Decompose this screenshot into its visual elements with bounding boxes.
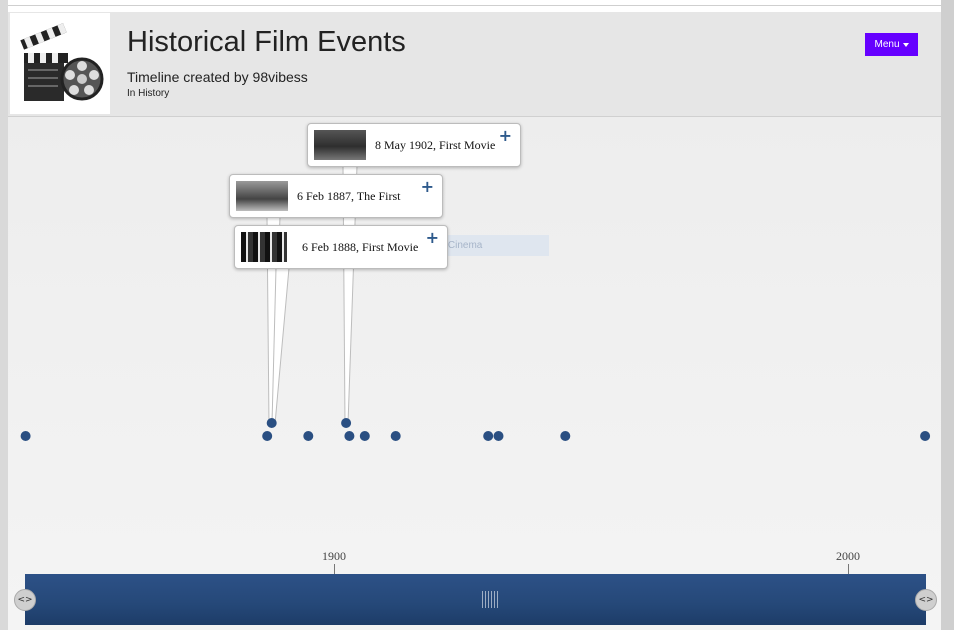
- event-title: 6 Feb 1887, The First: [297, 188, 401, 203]
- top-border: [8, 5, 941, 6]
- event-marker-1932[interactable]: [493, 431, 504, 441]
- expand-plus-icon[interactable]: +: [426, 228, 439, 247]
- event-marker-1840[interactable]: [20, 431, 31, 441]
- event-card-first-movie-1888[interactable]: 6 Feb 1888, First Movie +: [234, 225, 448, 269]
- event-marker-1895[interactable]: [303, 431, 314, 441]
- event-marker-1912[interactable]: [390, 431, 401, 441]
- axis-tick-1900: [334, 564, 335, 574]
- drag-grip-icon[interactable]: [482, 591, 500, 608]
- timeline-category: In History: [127, 88, 170, 99]
- film-clapperboard-reel-icon: [20, 23, 104, 101]
- logo: [10, 13, 110, 114]
- event-marker-1945[interactable]: [560, 431, 571, 441]
- caret-down-icon: [902, 42, 909, 47]
- page-title: Historical Film Events: [127, 26, 406, 58]
- left-gutter: [0, 0, 8, 630]
- marker-layer: [20, 418, 931, 441]
- event-title: 6 Feb 1888, First Movie: [302, 239, 419, 254]
- timeline-navigator-bar[interactable]: [25, 574, 926, 625]
- axis-tick-label-2000: 2000: [836, 549, 860, 563]
- event-card-first-movie-1902[interactable]: 8 May 1902, First Movie +: [307, 123, 521, 167]
- timeline-author: Timeline created by 98vibess: [127, 69, 308, 85]
- zoom-left-handle[interactable]: <>: [14, 589, 36, 611]
- event-marker-selected-0[interactable]: [341, 418, 352, 428]
- axis-tick-2000: [848, 564, 849, 574]
- event-thumbnail: [314, 130, 366, 160]
- event-marker-2015[interactable]: [920, 431, 931, 441]
- event-card-the-first-1887[interactable]: 6 Feb 1887, The First +: [229, 174, 443, 218]
- event-title: 8 May 1902, First Movie: [375, 137, 496, 152]
- event-marker-1930[interactable]: [483, 431, 494, 441]
- expand-plus-icon[interactable]: +: [421, 177, 434, 196]
- timeline-canvas[interactable]: Lumiere Cinema 8 May 1902, First Movie +…: [8, 117, 941, 630]
- event-marker-1906[interactable]: [359, 431, 370, 441]
- event-thumbnail: [236, 181, 288, 211]
- event-connectors: [20, 165, 931, 441]
- menu-label: Menu: [874, 39, 900, 50]
- menu-button[interactable]: Menu: [865, 33, 918, 56]
- event-marker-1887[interactable]: [262, 431, 273, 441]
- event-marker-1903[interactable]: [344, 431, 355, 441]
- zoom-right-handle[interactable]: <>: [915, 589, 937, 611]
- event-marker-selected-1[interactable]: [266, 418, 277, 428]
- event-thumbnail: [241, 232, 287, 262]
- timeline-header: Historical Film Events Timeline created …: [8, 12, 941, 117]
- expand-plus-icon[interactable]: +: [499, 126, 512, 145]
- scrollbar[interactable]: [941, 0, 954, 630]
- axis-tick-label-1900: 1900: [322, 549, 346, 563]
